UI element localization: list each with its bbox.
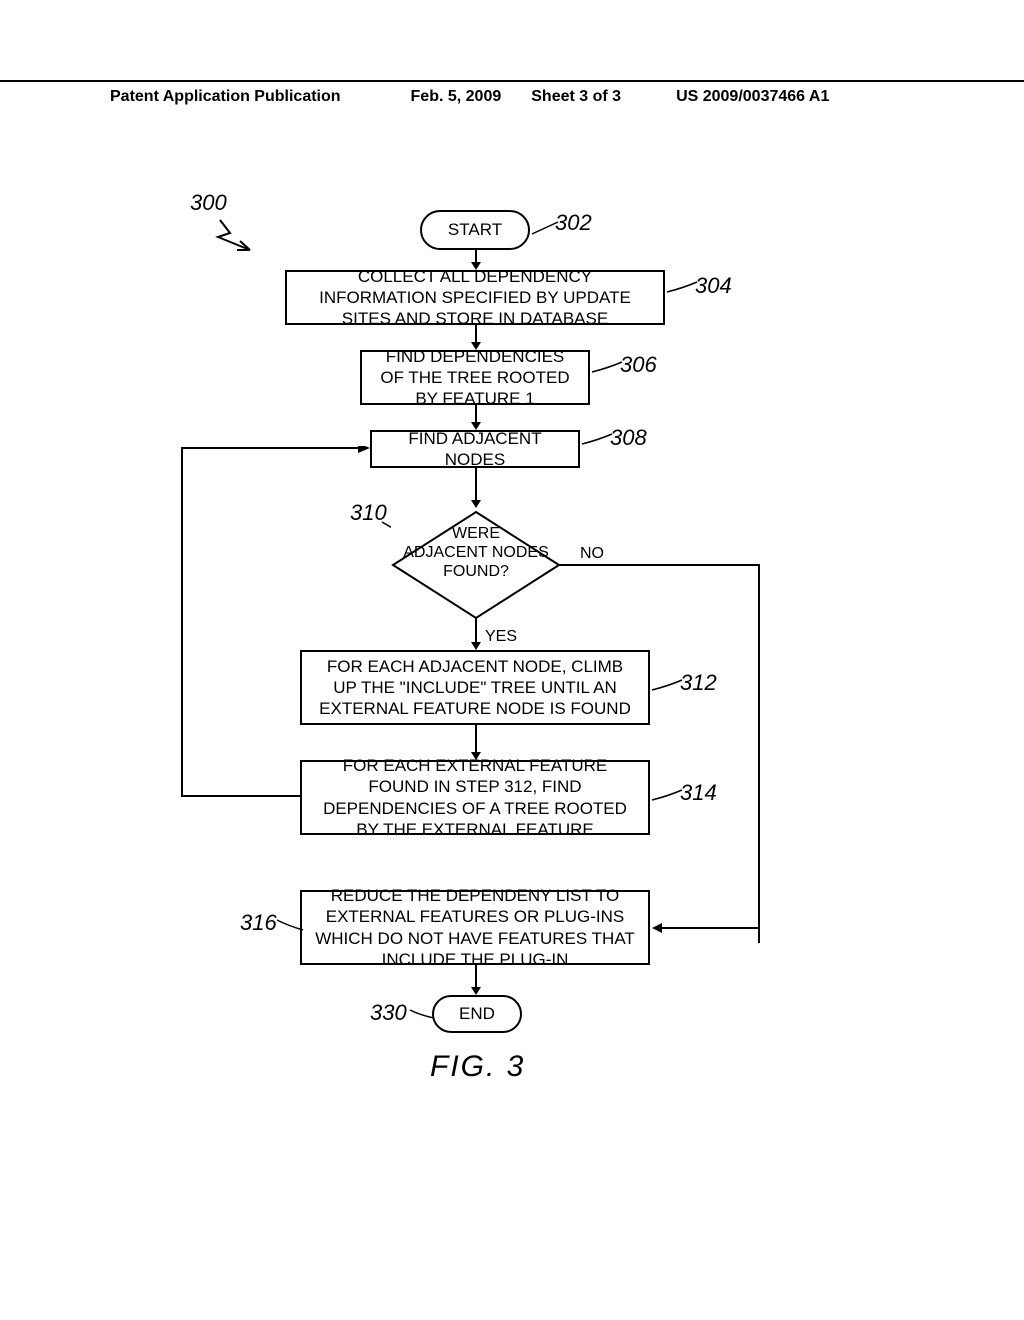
decision-310-line1: WERE (391, 524, 561, 543)
sheet-number: Sheet 3 of 3 (531, 88, 621, 106)
step-312-text: FOR EACH ADJACENT NODE, CLIMB UP THE "IN… (314, 656, 636, 720)
leader-308-icon (580, 432, 614, 448)
decision-310-line3: FOUND? (391, 562, 561, 581)
terminal-end: END (432, 995, 522, 1033)
join-dot-icon (757, 926, 761, 930)
step-312: FOR EACH ADJACENT NODE, CLIMB UP THE "IN… (300, 650, 650, 725)
leader-306-icon (590, 360, 624, 376)
terminal-start: START (420, 210, 530, 250)
label-316: 316 (240, 910, 277, 936)
figure-caption: FIG. 3 (430, 1050, 525, 1084)
label-312: 312 (680, 670, 717, 696)
decision-310: WERE ADJACENT NODES FOUND? (391, 510, 561, 620)
label-300: 300 (190, 190, 227, 216)
terminal-end-text: END (459, 1003, 495, 1024)
label-330: 330 (370, 1000, 407, 1026)
leader-304-icon (665, 280, 699, 296)
label-302: 302 (555, 210, 592, 236)
step-308-text: FIND ADJACENT NODES (384, 428, 566, 471)
step-304: COLLECT ALL DEPENDENCY INFORMATION SPECI… (285, 270, 665, 325)
decision-310-line2: ADJACENT NODES (391, 543, 561, 562)
label-310: 310 (350, 500, 387, 526)
leader-314-icon (650, 788, 684, 804)
step-306: FIND DEPENDENCIES OF THE TREE ROOTED BY … (360, 350, 590, 405)
step-314: FOR EACH EXTERNAL FEATURE FOUND IN STEP … (300, 760, 650, 835)
step-308: FIND ADJACENT NODES (370, 430, 580, 468)
pub-label: Patent Application Publication (110, 88, 341, 106)
terminal-start-text: START (448, 219, 502, 240)
doc-number: US 2009/0037466 A1 (676, 88, 829, 106)
step-316: REDUCE THE DEPENDENY LIST TO EXTERNAL FE… (300, 890, 650, 965)
arrow-yes-branch-icon (470, 618, 482, 652)
step-304-text: COLLECT ALL DEPENDENCY INFORMATION SPECI… (299, 266, 651, 330)
step-314-text: FOR EACH EXTERNAL FEATURE FOUND IN STEP … (314, 755, 636, 840)
edge-label-yes: YES (485, 628, 517, 646)
leader-312-icon (650, 678, 684, 694)
pub-date: Feb. 5, 2009 (411, 88, 502, 106)
arrow-no-into-316-icon (650, 921, 770, 935)
page-header: Patent Application Publication Feb. 5, 2… (0, 80, 1024, 106)
step-306-text: FIND DEPENDENCIES OF THE TREE ROOTED BY … (374, 346, 576, 410)
edge-label-no: NO (580, 545, 604, 563)
label-306: 306 (620, 352, 657, 378)
arrow-308-to-310-icon (470, 468, 482, 510)
step-316-text: REDUCE THE DEPENDENY LIST TO EXTERNAL FE… (314, 885, 636, 970)
label-314: 314 (680, 780, 717, 806)
label-308: 308 (610, 425, 647, 451)
label-304: 304 (695, 273, 732, 299)
pointer-300-icon (210, 215, 270, 255)
flowchart-canvas: 300 START 302 COLLECT ALL DEPENDENCY INF… (0, 170, 1024, 1190)
